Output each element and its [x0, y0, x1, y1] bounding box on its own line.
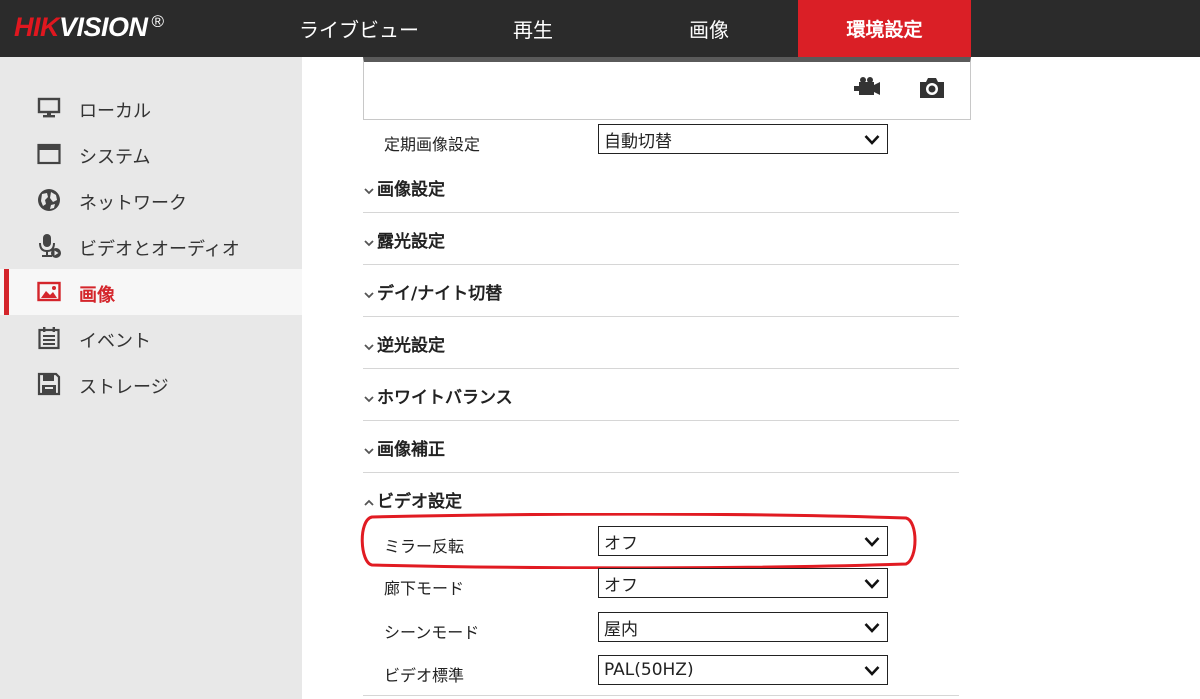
microphone-icon — [36, 234, 62, 258]
sidebar-item-system[interactable]: システム — [0, 131, 302, 177]
main-panel: 定期画像設定 自動切替 画像設定 露光設定 デイ/ナイト切替 逆光設定 ホワイト… — [302, 57, 1200, 699]
sidebar-item-label: 画像 — [79, 285, 115, 306]
mirror-select[interactable]: オフ — [598, 526, 888, 556]
mirror-label: ミラー反転 — [384, 537, 465, 556]
corridor-mode-value: オフ — [604, 575, 638, 596]
section-title: ビデオ設定 — [377, 492, 462, 512]
section-exposure-settings[interactable]: 露光設定 — [363, 213, 959, 265]
section-title: ホワイトバランス — [377, 388, 513, 408]
video-standard-value: PAL(50HZ) — [604, 660, 694, 680]
section-title: 画像補正 — [377, 440, 445, 460]
monitor-icon — [36, 96, 62, 120]
section-day-night-switch[interactable]: デイ/ナイト切替 — [363, 265, 959, 317]
corridor-mode-select[interactable]: オフ — [598, 568, 888, 598]
schedule-label: 定期画像設定 — [384, 135, 481, 154]
hikvision-logo: HIK VISION ® — [14, 12, 164, 44]
nav-live-view[interactable]: ライブビュー — [272, 0, 446, 57]
sidebar-item-video-audio[interactable]: ビデオとオーディオ — [0, 223, 302, 269]
sidebar-item-label: ネットワーク — [79, 193, 187, 214]
scene-mode-label: シーンモード — [384, 623, 480, 642]
video-standard-label: ビデオ標準 — [384, 666, 465, 685]
section-white-balance[interactable]: ホワイトバランス — [363, 369, 959, 421]
registered-mark: ® — [151, 12, 165, 31]
corridor-mode-label: 廊下モード — [384, 579, 465, 598]
window-icon — [36, 142, 62, 166]
chevron-up-icon — [363, 493, 375, 506]
schedule-value: 自動切替 — [604, 131, 672, 152]
section-video-settings[interactable]: ビデオ設定 — [363, 473, 959, 513]
sidebar: ローカル システム ネットワーク ビデオとオーディオ 画像 イベント ストレージ — [0, 57, 302, 699]
nav-configuration[interactable]: 環境設定 — [798, 0, 971, 57]
sidebar-item-label: ビデオとオーディオ — [79, 239, 240, 260]
nav-playback[interactable]: 再生 — [446, 0, 620, 57]
chevron-down-icon — [363, 233, 375, 247]
video-standard-select[interactable]: PAL(50HZ) — [598, 655, 888, 685]
floppy-disk-icon — [36, 372, 62, 396]
sidebar-item-network[interactable]: ネットワーク — [0, 177, 302, 223]
top-bar: HIK VISION ® ライブビュー 再生 画像 環境設定 — [0, 0, 1200, 57]
chevron-down-icon — [363, 441, 375, 455]
section-image-settings[interactable]: 画像設定 — [363, 161, 959, 213]
sidebar-item-image[interactable]: 画像 — [0, 269, 302, 315]
section-title: 逆光設定 — [377, 336, 445, 356]
chevron-down-icon — [864, 620, 880, 634]
section-title: 露光設定 — [377, 232, 445, 252]
sidebar-menu: ローカル システム ネットワーク ビデオとオーディオ 画像 イベント ストレージ — [0, 85, 302, 407]
record-icon[interactable] — [853, 75, 881, 101]
sidebar-item-storage[interactable]: ストレージ — [0, 361, 302, 407]
chevron-down-icon — [363, 389, 375, 403]
sidebar-item-label: イベント — [79, 331, 151, 352]
sidebar-item-event[interactable]: イベント — [0, 315, 302, 361]
sidebar-item-label: ストレージ — [79, 377, 169, 398]
globe-icon — [36, 188, 62, 212]
logo-text-red: HIK — [14, 12, 60, 42]
chevron-down-icon — [363, 181, 375, 195]
mirror-value: オフ — [604, 533, 638, 554]
schedule-select[interactable]: 自動切替 — [598, 124, 888, 154]
chevron-down-icon — [363, 337, 375, 351]
chevron-down-icon — [864, 663, 880, 677]
nav-picture[interactable]: 画像 — [620, 0, 798, 57]
section-title: 画像設定 — [377, 180, 445, 200]
chevron-down-icon — [864, 576, 880, 590]
chevron-down-icon — [864, 534, 880, 548]
sidebar-item-label: システム — [79, 147, 151, 168]
section-divider — [363, 695, 959, 696]
sidebar-item-local[interactable]: ローカル — [0, 85, 302, 131]
scene-mode-select[interactable]: 屋内 — [598, 612, 888, 642]
calendar-icon — [36, 326, 62, 350]
section-image-enhancement[interactable]: 画像補正 — [363, 421, 959, 473]
logo-text-white: VISION — [59, 12, 148, 42]
camera-icon[interactable] — [918, 75, 946, 101]
video-preview-panel — [363, 57, 971, 120]
chevron-down-icon — [363, 285, 375, 299]
scene-mode-value: 屋内 — [604, 619, 638, 640]
section-title: デイ/ナイト切替 — [377, 284, 503, 304]
sidebar-item-label: ローカル — [79, 101, 151, 122]
image-icon — [36, 280, 62, 304]
chevron-down-icon — [864, 132, 880, 146]
section-backlight-settings[interactable]: 逆光設定 — [363, 317, 959, 369]
main-nav: ライブビュー 再生 画像 環境設定 — [272, 0, 971, 57]
